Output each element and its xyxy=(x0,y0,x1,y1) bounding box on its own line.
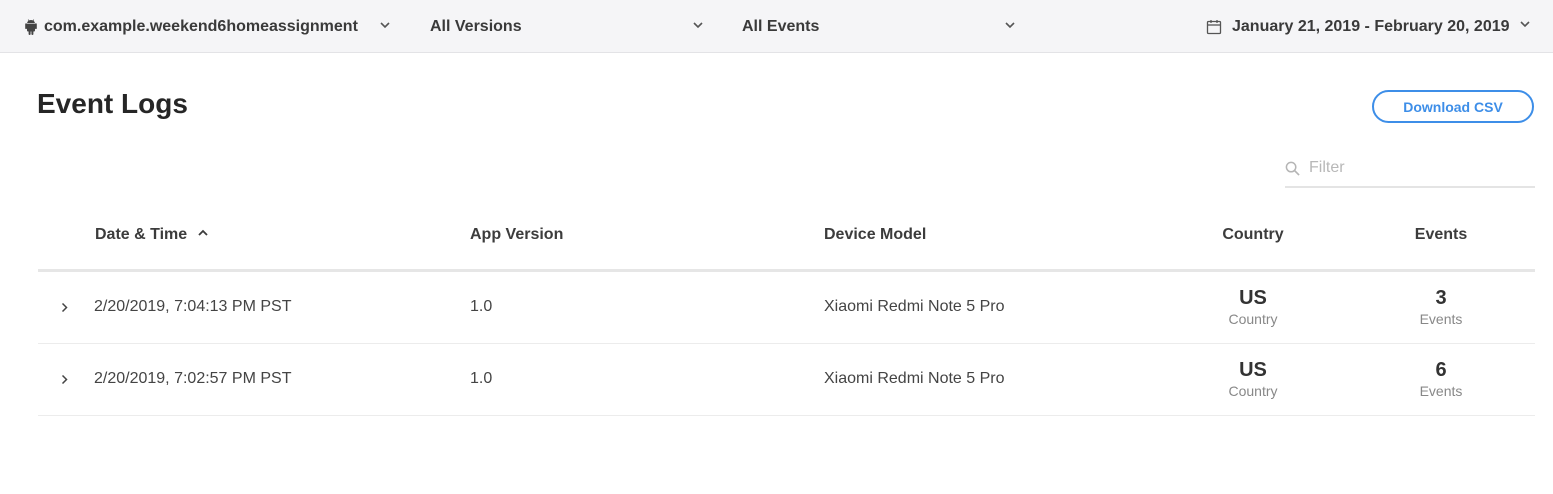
cell-country: US Country xyxy=(1193,358,1313,400)
chevron-right-icon[interactable] xyxy=(59,374,70,385)
country-caption: Country xyxy=(1228,311,1278,327)
app-selector[interactable]: com.example.weekend6homeassignment xyxy=(24,0,358,53)
chevron-down-icon[interactable] xyxy=(1003,18,1017,32)
chevron-right-icon[interactable] xyxy=(59,302,70,313)
events-value: 3 xyxy=(1435,287,1447,309)
cell-app-version: 1.0 xyxy=(470,370,493,387)
column-header-datetime-label: Date & Time xyxy=(95,226,188,243)
column-header-datetime[interactable]: Date & Time xyxy=(95,226,208,244)
date-range-picker[interactable]: January 21, 2019 - February 20, 2019 xyxy=(1206,0,1510,53)
cell-country: US Country xyxy=(1193,286,1313,328)
filter-field[interactable] xyxy=(1285,150,1535,188)
calendar-icon xyxy=(1206,19,1222,34)
events-caption: Events xyxy=(1419,311,1463,327)
cell-app-version: 1.0 xyxy=(470,298,493,315)
events-value: 6 xyxy=(1435,359,1447,381)
android-icon xyxy=(25,18,37,35)
events-caption: Events xyxy=(1419,383,1463,399)
column-header-device-model[interactable]: Device Model xyxy=(824,226,926,244)
column-header-events[interactable]: Events xyxy=(1381,226,1501,244)
top-filter-bar: com.example.weekend6homeassignment All V… xyxy=(0,0,1553,53)
cell-device-model: Xiaomi Redmi Note 5 Pro xyxy=(824,298,1005,315)
version-selector[interactable]: All Versions xyxy=(430,0,522,53)
cell-datetime: 2/20/2019, 7:02:57 PM PST xyxy=(94,370,292,387)
column-header-app-version[interactable]: App Version xyxy=(470,226,563,244)
cell-events: 6 Events xyxy=(1381,358,1501,400)
filter-input[interactable] xyxy=(1309,159,1524,177)
table-row[interactable]: 2/20/2019, 7:02:57 PM PST 1.0 Xiaomi Red… xyxy=(38,344,1535,416)
country-value: US xyxy=(1239,287,1267,309)
event-selector[interactable]: All Events xyxy=(742,0,819,53)
column-header-country[interactable]: Country xyxy=(1193,226,1313,244)
cell-device-model: Xiaomi Redmi Note 5 Pro xyxy=(824,370,1005,387)
page-title: Event Logs xyxy=(37,88,188,119)
sort-ascending-icon xyxy=(198,229,208,236)
date-range-label: January 21, 2019 - February 20, 2019 xyxy=(1232,17,1510,35)
event-selector-label: All Events xyxy=(742,17,820,35)
download-csv-button[interactable]: Download CSV xyxy=(1372,90,1534,123)
version-selector-label: All Versions xyxy=(430,17,522,35)
table-row[interactable]: 2/20/2019, 7:04:13 PM PST 1.0 Xiaomi Red… xyxy=(38,272,1535,344)
search-icon xyxy=(1285,161,1300,176)
chevron-down-icon[interactable] xyxy=(1518,17,1532,31)
country-value: US xyxy=(1239,359,1267,381)
cell-events: 3 Events xyxy=(1381,286,1501,328)
chevron-down-icon[interactable] xyxy=(691,18,705,32)
cell-datetime: 2/20/2019, 7:04:13 PM PST xyxy=(94,298,292,315)
chevron-down-icon[interactable] xyxy=(378,18,392,32)
country-caption: Country xyxy=(1228,383,1278,399)
app-name: com.example.weekend6homeassignment xyxy=(44,17,358,35)
